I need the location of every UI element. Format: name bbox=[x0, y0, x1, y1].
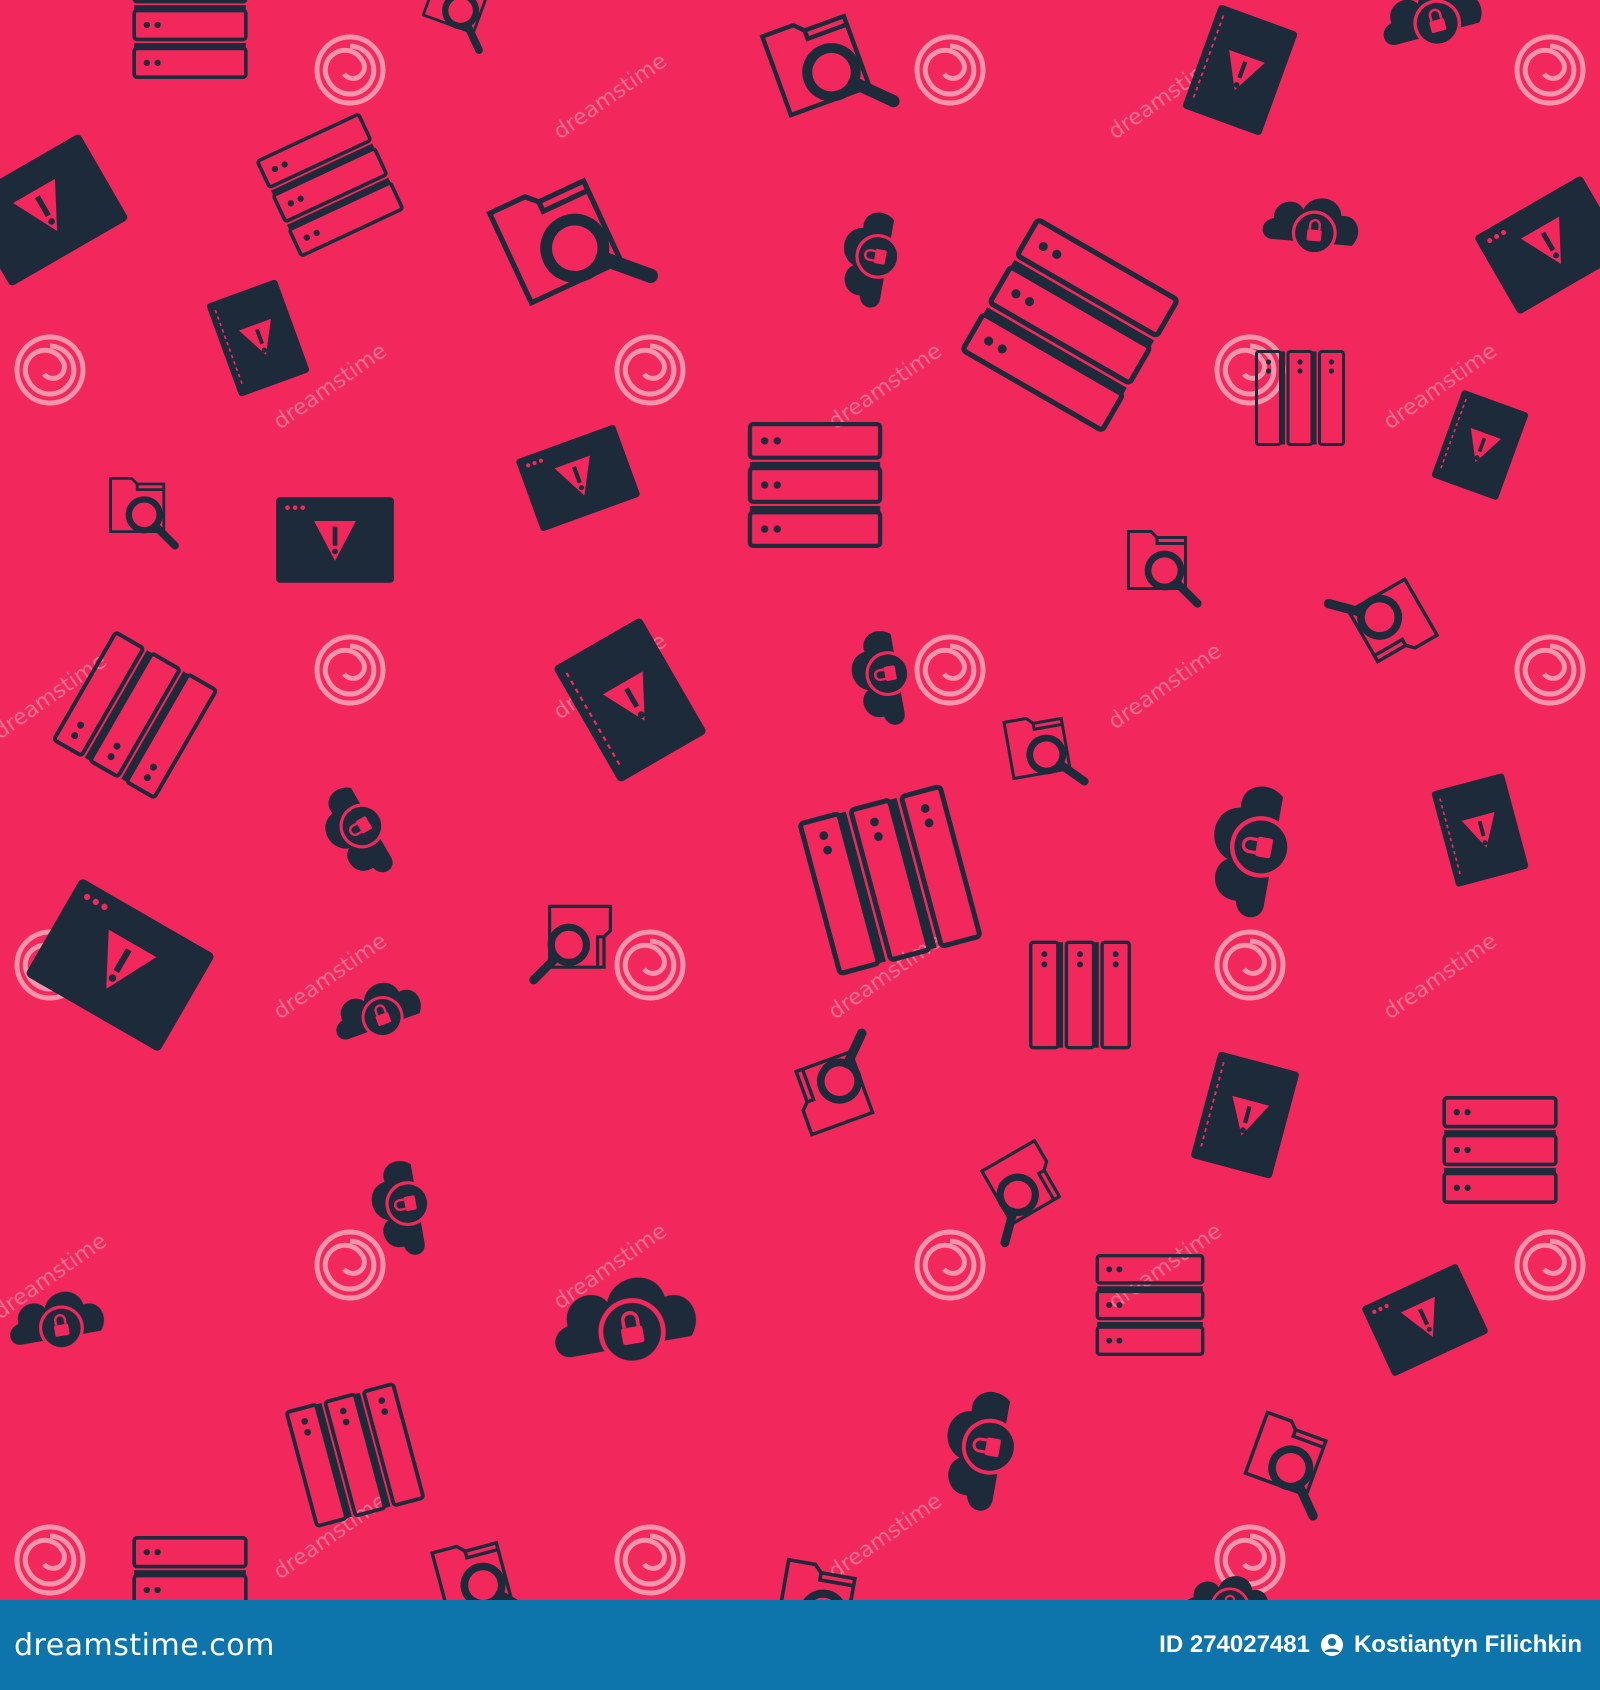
stock-image: dreamstime dreamstime dreamstime dreamst… bbox=[0, 0, 1600, 1690]
image-credit: ID 274027481 Kostiantyn Filichkin bbox=[1159, 1631, 1582, 1659]
icon-pattern: dreamstime dreamstime dreamstime dreamst… bbox=[0, 0, 1600, 1600]
credit-bar: dreamstime.com ID 274027481 Kostiantyn F… bbox=[0, 1600, 1600, 1690]
person-circle-icon bbox=[1320, 1634, 1343, 1656]
warning-browser-icon bbox=[276, 497, 394, 583]
dreamstime-brand[interactable]: dreamstime.com bbox=[14, 1628, 275, 1663]
image-id: ID 274027481 bbox=[1159, 1631, 1310, 1658]
author-name[interactable]: Kostiantyn Filichkin bbox=[1354, 1631, 1582, 1659]
